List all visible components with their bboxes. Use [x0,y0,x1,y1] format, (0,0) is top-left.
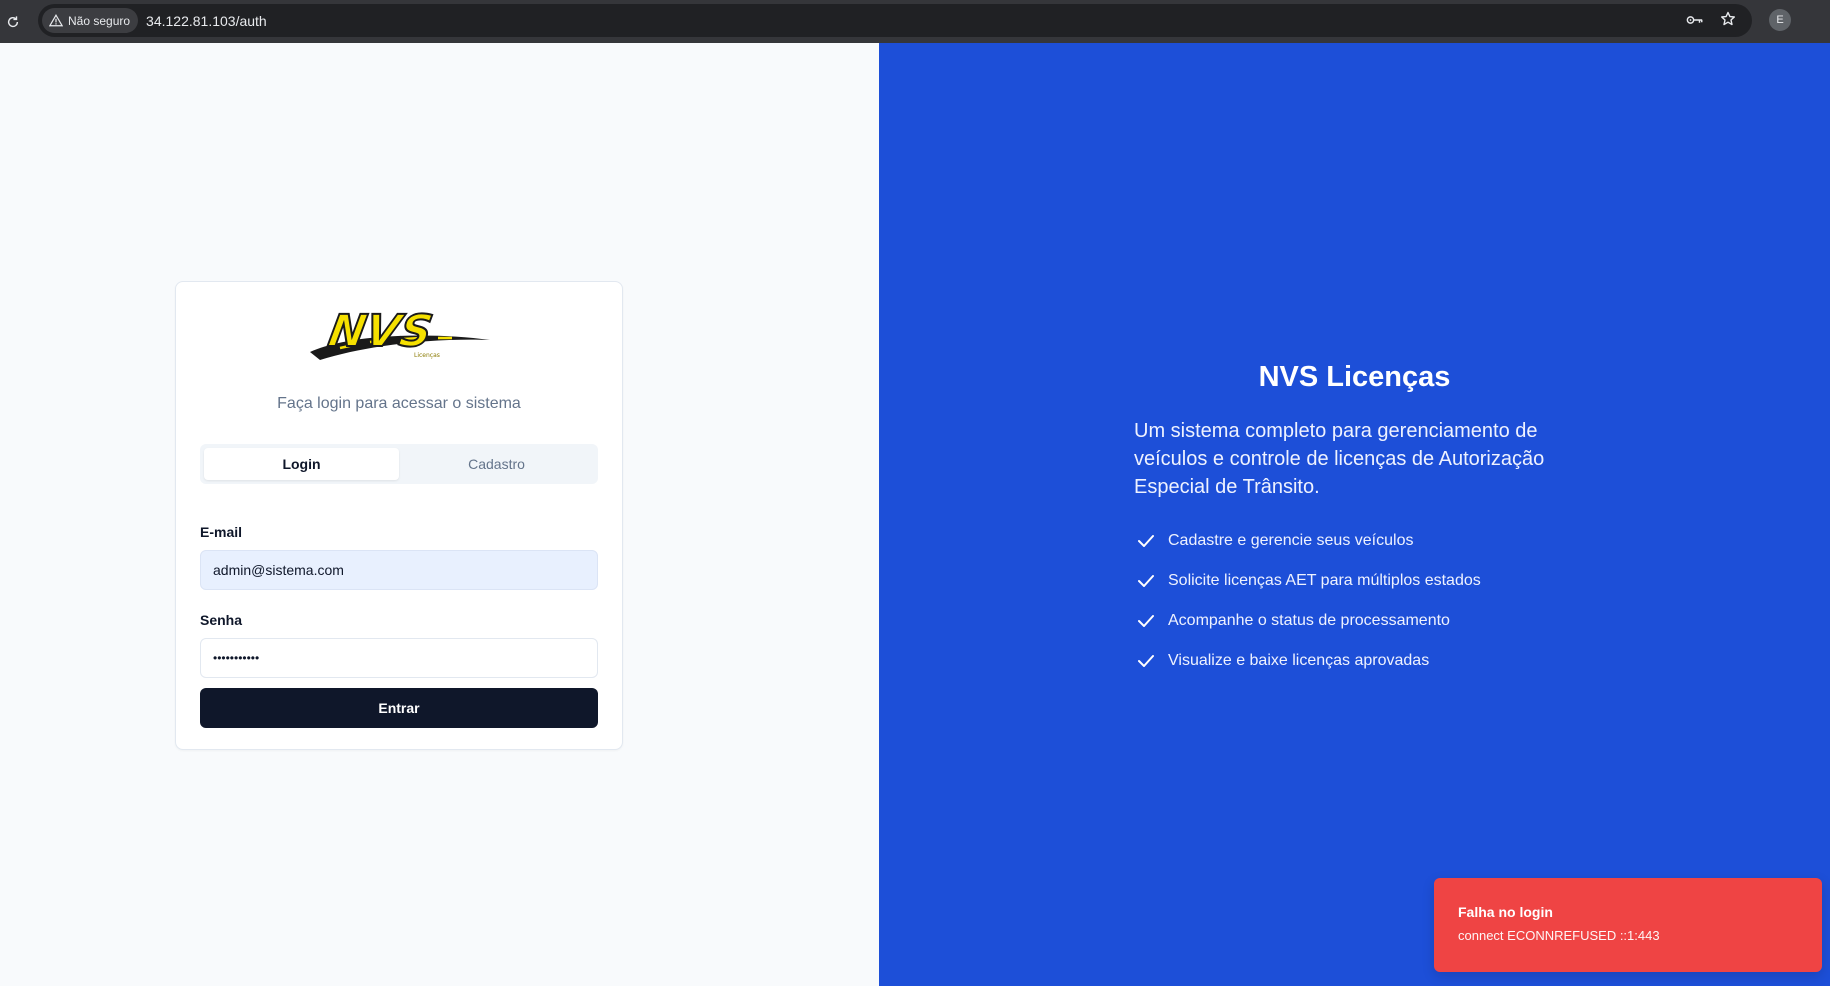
error-toast[interactable]: Falha no login connect ECONNREFUSED ::1:… [1434,878,1822,972]
warning-icon [49,14,63,27]
address-bar[interactable]: Não seguro 34.122.81.103/auth [38,4,1752,37]
profile-avatar[interactable]: E [1769,9,1791,31]
toast-message: connect ECONNREFUSED ::1:443 [1458,928,1660,943]
feature-item: Acompanhe o status de processamento [1136,601,1481,641]
check-icon [1136,531,1156,551]
hero-title: NVS Licenças [1258,361,1451,393]
tab-cadastro[interactable]: Cadastro [399,448,594,480]
check-icon [1136,651,1156,671]
reload-icon[interactable] [0,9,26,35]
hero-description: Um sistema completo para gerenciamento d… [1134,420,1545,498]
logo-subtext: Licenças [414,352,440,359]
url-text[interactable]: 34.122.81.103/auth [146,13,267,29]
feature-text: Visualize e baixe licenças aprovadas [1168,652,1430,669]
feature-text: Cadastre e gerencie seus veículos [1168,532,1414,549]
key-icon[interactable] [1686,11,1704,30]
feature-item: Solicite licenças AET para múltiplos est… [1136,561,1481,601]
star-icon[interactable] [1720,11,1736,31]
email-label: E-mail [200,524,243,540]
check-icon [1136,611,1156,631]
nvs-logo: NVS Licenças [310,304,490,370]
logo-text: NVS [325,306,436,357]
auth-tabs: Login Cadastro [200,444,598,484]
feature-text: Acompanhe o status de processamento [1168,612,1450,629]
login-subtitle: Faça login para acessar o sistema [277,395,521,412]
hero-panel: NVS Licenças Um sistema completo para ge… [879,43,1830,986]
security-chip[interactable]: Não seguro [42,8,139,33]
check-icon [1136,571,1156,591]
toast-title: Falha no login [1458,904,1553,920]
password-label: Senha [200,612,243,628]
submit-button[interactable]: Entrar [200,688,598,728]
security-label: Não seguro [68,13,131,28]
browser-toolbar: Não seguro 34.122.81.103/auth E [0,0,1830,43]
login-panel: NVS Licenças Faça login para acessar o s… [0,43,879,986]
feature-list: Cadastre e gerencie seus veículos Solici… [1136,521,1481,681]
password-field[interactable]: ••••••••••• [200,638,598,678]
feature-item: Visualize e baixe licenças aprovadas [1136,641,1481,681]
email-field[interactable]: admin@sistema.com [200,550,598,590]
login-card: NVS Licenças Faça login para acessar o s… [175,281,623,750]
feature-text: Solicite licenças AET para múltiplos est… [1168,572,1481,589]
tab-login[interactable]: Login [204,448,399,480]
feature-item: Cadastre e gerencie seus veículos [1136,521,1481,561]
